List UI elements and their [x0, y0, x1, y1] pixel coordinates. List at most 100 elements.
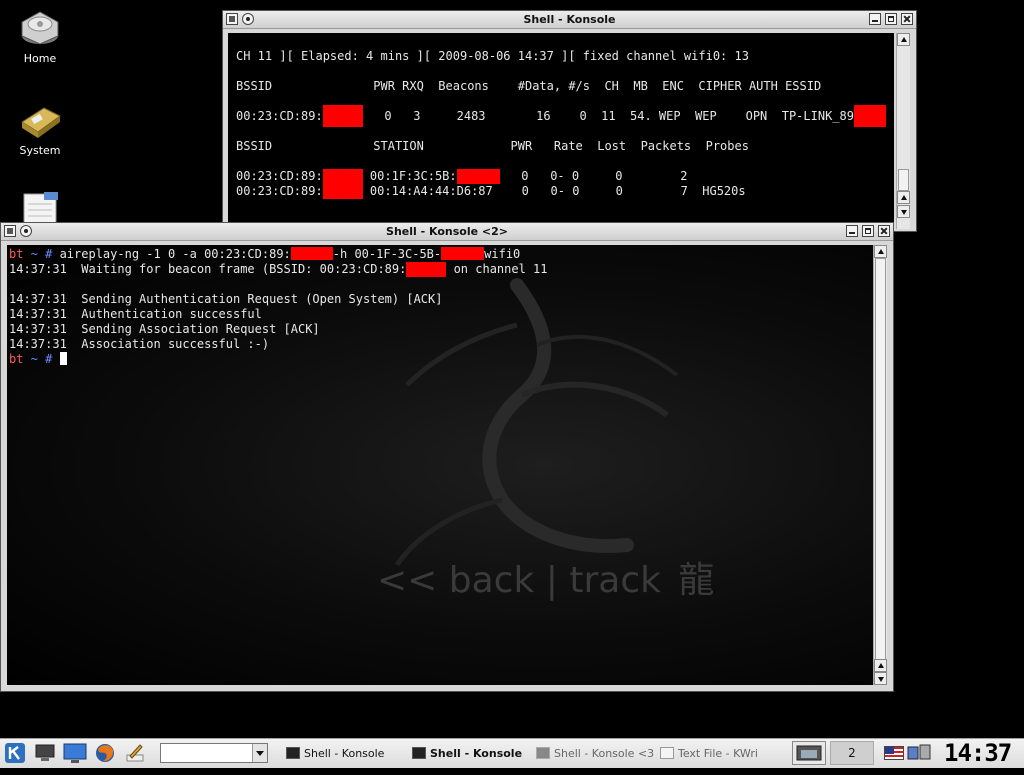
desktop-icon [35, 744, 55, 761]
konsole-window-1[interactable]: Shell - Konsole CH 11 ][ Elapsed: 4 mins… [222, 10, 917, 232]
task-button-text-file[interactable]: Text File - KWri [656, 742, 802, 766]
task-button-konsole[interactable]: Shell - Konsole [282, 742, 428, 766]
show-desktop-button[interactable] [34, 743, 56, 763]
terminal-text: 0 3 2483 16 0 11 54. WEP WEP OPN TP-LINK… [362, 109, 854, 123]
kmenu-button[interactable] [4, 742, 28, 764]
redaction-box [322, 184, 363, 199]
clock[interactable]: 14:37 [944, 739, 1016, 768]
terminal-line: 14:37:31 Association successful :-) [9, 337, 270, 351]
window-title: Shell - Konsole <2> [386, 225, 508, 238]
terminal-icon [286, 747, 300, 759]
sticky-icon[interactable] [20, 225, 32, 237]
konsole-launcher[interactable] [62, 742, 88, 764]
scroll-thumb[interactable] [898, 169, 909, 191]
terminal-line: 14:37:31 Sending Association Request [AC… [9, 322, 320, 336]
scroll-thumb[interactable] [875, 258, 886, 660]
terminal-text: 00:1F:3C:5B: [362, 169, 457, 183]
window-menu-icon[interactable] [226, 13, 238, 25]
keyboard-layout-flag[interactable] [884, 746, 904, 760]
maximize-button[interactable] [885, 13, 897, 25]
wallpaper-dragon-glyph: 龍 [678, 560, 715, 601]
vertical-scrollbar[interactable] [896, 33, 910, 229]
terminal-prompt-line[interactable]: bt ~ # [9, 352, 548, 367]
network-icon [907, 744, 931, 760]
prompt-symbol: ~ # [23, 352, 60, 366]
pen-icon [126, 744, 144, 762]
text-file-icon [660, 747, 674, 759]
task-label: Shell - Konsole [430, 747, 523, 760]
text-cursor [59, 352, 67, 365]
scroll-up-button[interactable] [874, 659, 887, 672]
window-title: Shell - Konsole [523, 13, 616, 26]
run-command-combobox[interactable] [160, 743, 268, 763]
monitor-icon [63, 743, 87, 763]
window-menu-icon[interactable] [4, 225, 16, 237]
sticky-icon[interactable] [242, 13, 254, 25]
hard-drive-icon [21, 11, 59, 45]
terminal-text: 00:23:CD:89: [236, 184, 323, 198]
taskbar: Shell - Konsole Shell - Konsole Shell - … [0, 738, 1024, 768]
terminal-output[interactable]: CH 11 ][ Elapsed: 4 mins ][ 2009-08-06 1… [228, 33, 894, 229]
window-titlebar[interactable]: Shell - Konsole <2> [1, 223, 893, 241]
terminal-line: 00:23:CD:89: 00:1F:3C:5B: 0 0- 0 0 2 [236, 169, 894, 184]
pager-desktop-1[interactable] [792, 741, 826, 765]
scroll-down-button[interactable] [874, 672, 887, 685]
vertical-scrollbar[interactable] [873, 245, 887, 685]
firefox-launcher[interactable] [94, 742, 116, 764]
scroll-up-button[interactable] [874, 245, 887, 258]
pager-desktop-2[interactable]: 2 [830, 741, 874, 765]
desktop-icon-home[interactable]: Home [0, 6, 80, 65]
close-button[interactable] [878, 225, 890, 237]
konsole-window-2[interactable]: Shell - Konsole <2> << back | track 龍 bt… [0, 222, 894, 692]
close-button[interactable] [901, 13, 913, 25]
scroll-up-button[interactable] [897, 33, 910, 46]
desktop-icon-system[interactable]: System [0, 102, 80, 157]
scroll-down-button[interactable] [897, 205, 910, 218]
terminal-text: 00:23:CD:89: [236, 169, 323, 183]
terminal-text: 00:14:A4:44:D6:87 0 0- 0 0 7 HG520s [362, 184, 746, 198]
terminal-line: 14:37:31 Authentication successful [9, 307, 262, 321]
terminal-text: 00:23:CD:89: [236, 109, 323, 123]
task-label: Text File - KWri [678, 747, 758, 760]
scroll-up-button[interactable] [897, 191, 910, 204]
window-thumbnail-icon [796, 745, 822, 761]
terminal-line: 14:37:31 Sending Authentication Request … [9, 292, 443, 306]
network-tray-icon[interactable] [906, 743, 932, 763]
kde-logo-icon [5, 743, 25, 763]
command-text: wifi0 [484, 247, 521, 261]
chevron-down-icon[interactable] [252, 744, 267, 762]
prompt-host: bt [9, 352, 24, 366]
terminal-line: BSSID STATION PWR Rate Lost Packets Prob… [236, 139, 749, 153]
terminal-output[interactable]: << back | track 龍 bt ~ # aireplay-ng -1 … [7, 245, 873, 685]
system-icon [21, 107, 61, 138]
terminal-text: 0 0- 0 0 2 [499, 169, 688, 183]
redaction-box [322, 169, 363, 184]
task-label: Shell - Konsole [304, 747, 385, 760]
terminal-line: 00:23:CD:89: 0 3 2483 16 0 11 54. WEP WE… [236, 105, 894, 127]
redaction-box [853, 105, 886, 127]
terminal-line: BSSID PWR RXQ Beacons #Data, #/s CH MB E… [236, 79, 822, 93]
terminal-line: CH 11 ][ Elapsed: 4 mins ][ 2009-08-06 1… [236, 49, 749, 63]
terminal-icon [412, 747, 426, 759]
editor-launcher[interactable] [124, 742, 146, 764]
redaction-box [441, 247, 485, 260]
terminal-text: on channel 11 [446, 262, 548, 276]
wallpaper-text: << back | track 龍 [377, 563, 714, 599]
prompt-host: bt [9, 247, 24, 261]
window-titlebar[interactable]: Shell - Konsole [223, 11, 916, 29]
redaction-box [290, 247, 333, 260]
redaction-box [456, 169, 500, 184]
desktop-number: 2 [848, 746, 856, 760]
redaction-box [322, 105, 363, 127]
firefox-icon [96, 744, 114, 762]
terminal-line: bt ~ # aireplay-ng -1 0 -a 00:23:CD:89: -… [9, 247, 548, 262]
terminal-text: 14:37:31 Waiting for beacon frame (BSSID… [9, 262, 407, 276]
terminal-icon [536, 747, 550, 759]
command-text: aireplay-ng -1 0 -a 00:23:CD:89: [59, 247, 291, 261]
task-label: Shell - Konsole <3 [554, 747, 655, 760]
maximize-button[interactable] [862, 225, 874, 237]
minimize-button[interactable] [846, 225, 858, 237]
minimize-button[interactable] [869, 13, 881, 25]
